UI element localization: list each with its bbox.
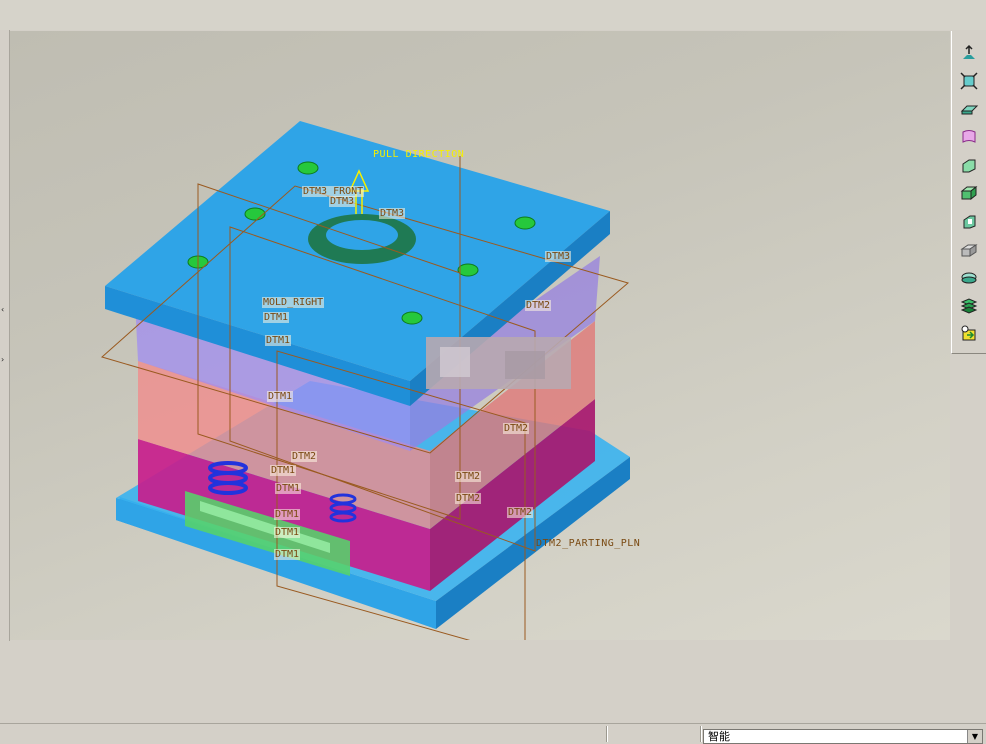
datum-label: DTM2 [291,451,318,462]
datum-label: DTM1 [275,483,302,494]
datum-label: DTM1 [270,465,297,476]
mold-component-icon[interactable] [957,237,981,261]
extrude-icon[interactable] [957,153,981,177]
datum-label: DTM3 [545,251,572,262]
datum-display-icon[interactable] [957,41,981,65]
graphics-window[interactable]: PULL DIRECTION DTM3_FRONT DTM3 DTM3 DTM3… [10,31,950,640]
datum-label: DTM2 [507,507,534,518]
datum-label: DTM1 [263,312,290,323]
parting-plane-label: DTM2_PARTING_PLN [536,538,641,549]
datum-label: DTM3 [379,208,406,219]
expand-arrow-icon[interactable]: › [1,356,4,364]
run-icon[interactable] [957,321,981,345]
chevron-down-icon[interactable]: ▼ [967,730,982,743]
collapse-arrow-icon[interactable]: ‹ [1,306,4,314]
shell-icon[interactable] [957,265,981,289]
datum-label: DTM2 [503,423,530,434]
status-divider [700,726,702,742]
navigator-sash[interactable]: ‹ › [0,30,10,642]
selection-filter-value: 智能 [708,730,730,743]
cut-icon[interactable] [957,209,981,233]
datum-label: DTM2 [455,493,482,504]
datum-label: DTM1 [274,509,301,520]
status-divider [606,726,608,742]
datum-label: DTM2 [525,300,552,311]
datum-label: DTM3 [329,196,356,207]
right-toolbar [951,31,986,354]
box-icon[interactable] [957,181,981,205]
status-bar: 智能 ▼ [0,723,986,744]
mold-assembly-model[interactable] [10,31,950,640]
datum-label: DTM1 [267,391,294,402]
pull-direction-label: PULL DIRECTION [373,149,465,160]
datum-label: DTM1 [274,527,301,538]
message-area [0,641,986,723]
surface-icon[interactable] [957,125,981,149]
datum-label: MOLD_RIGHT [262,297,325,308]
datum-label: DTM2 [455,471,482,482]
selection-filter-select[interactable]: 智能 ▼ [703,729,983,744]
datum-label: DTM1 [274,549,301,560]
top-strip [0,0,986,30]
datum-label: DTM1 [265,335,292,346]
plane-icon[interactable] [957,97,981,121]
layer-icon[interactable] [957,293,981,317]
fit-view-icon[interactable] [957,69,981,93]
